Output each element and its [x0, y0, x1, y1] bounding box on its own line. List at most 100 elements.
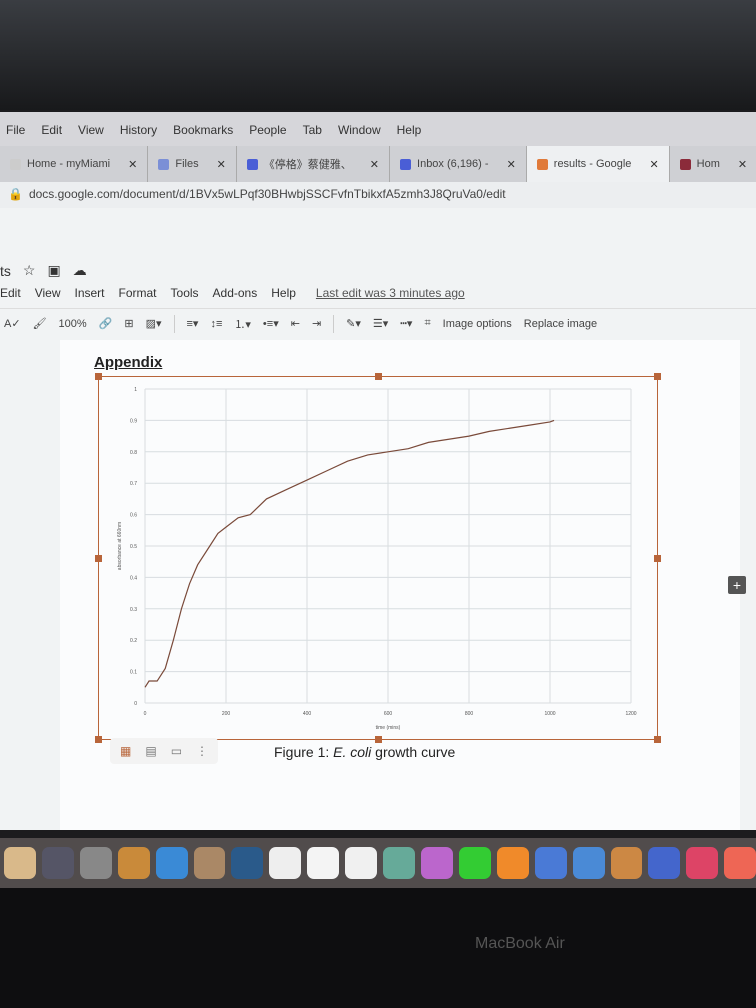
tab-favicon-icon	[679, 158, 691, 170]
browser-tab[interactable]: Files ✕	[148, 146, 237, 182]
menu-help[interactable]: Help	[397, 123, 422, 137]
folder-icon[interactable]: ▣	[47, 262, 60, 279]
browser-tab[interactable]: 《停格》蔡健雅、 ✕	[237, 146, 391, 182]
dock-app-icon[interactable]	[231, 847, 264, 879]
align-icon[interactable]: ≡▾	[187, 317, 199, 330]
crop-icon[interactable]: ⌗	[424, 317, 430, 330]
border-weight-icon[interactable]: ☰▾	[373, 317, 388, 330]
dock-app-icon[interactable]	[269, 847, 302, 879]
menu-view[interactable]: View	[78, 123, 104, 137]
insert-image-icon[interactable]: ▨▾	[146, 317, 162, 330]
spellcheck-icon[interactable]: A✓	[4, 317, 21, 330]
docs-menu-tools[interactable]: Tools	[171, 286, 199, 300]
dock-app-icon[interactable]	[610, 847, 643, 879]
dock-app-icon[interactable]	[648, 847, 681, 879]
numbered-list-icon[interactable]: ⒈▾	[234, 316, 251, 332]
replace-image-button[interactable]: Replace image	[524, 318, 597, 330]
border-dash-icon[interactable]: ┅▾	[400, 317, 412, 330]
tab-favicon-icon	[246, 158, 258, 170]
resize-handle[interactable]	[375, 373, 382, 380]
dock-app-icon[interactable]	[41, 847, 74, 879]
menu-edit[interactable]: Edit	[41, 123, 62, 137]
selected-chart-image[interactable]: 0 0.1 0.2 0.3 0.4 0.5 0.6 0.7 0.8 0.9 1 0 200 400 600 8…	[95, 373, 661, 743]
menu-bookmarks[interactable]: Bookmarks	[173, 123, 233, 137]
appendix-heading: Appendix	[94, 354, 163, 371]
tab-favicon-icon	[400, 158, 412, 170]
x-tick-label: 200	[222, 711, 231, 717]
browser-tab[interactable]: results - Google ✕	[526, 146, 670, 182]
close-tab-icon[interactable]: ✕	[370, 158, 379, 171]
break-text-icon[interactable]: ▭	[171, 744, 182, 758]
dock-app-icon[interactable]	[307, 847, 340, 879]
dock-app-icon[interactable]	[383, 847, 415, 879]
menu-window[interactable]: Window	[338, 123, 381, 137]
bulleted-list-icon[interactable]: •≡▾	[263, 317, 279, 330]
dock-app-icon[interactable]	[117, 847, 150, 879]
close-tab-icon[interactable]: ✕	[649, 158, 658, 171]
border-color-icon[interactable]: ✎▾	[346, 317, 361, 330]
y-axis-label: absorbance at 660nm	[117, 522, 123, 570]
image-options-button[interactable]: Image options	[443, 318, 512, 330]
zoom-select[interactable]: 100%	[59, 318, 87, 330]
dock-app-icon[interactable]	[534, 847, 567, 879]
y-tick-label: 0.2	[130, 638, 137, 644]
dock-app-icon[interactable]	[572, 847, 605, 879]
tab-label: Files	[175, 158, 199, 170]
last-edit-link[interactable]: Last edit was 3 minutes ago	[316, 286, 465, 300]
dock-app-icon[interactable]	[345, 847, 378, 879]
dock-app-icon[interactable]	[420, 847, 453, 879]
docs-menu-help[interactable]: Help	[271, 286, 296, 300]
figure-caption: Figure 1: E. coli growth curve	[274, 744, 456, 760]
menu-tab[interactable]: Tab	[303, 123, 322, 137]
close-tab-icon[interactable]: ✕	[128, 158, 137, 171]
dock-app-icon[interactable]	[496, 847, 529, 879]
dock-app-icon[interactable]	[193, 847, 226, 879]
wrap-text-icon[interactable]: ▤	[145, 744, 156, 758]
menu-people[interactable]: People	[249, 123, 286, 137]
dock-app-icon[interactable]	[155, 847, 188, 879]
resize-handle[interactable]	[95, 373, 102, 380]
docs-menu-edit[interactable]: Edit	[0, 286, 21, 300]
dock-app-icon[interactable]	[79, 847, 112, 879]
tab-favicon-icon	[158, 158, 170, 170]
docs-menu-format[interactable]: Format	[119, 286, 157, 300]
dock-app-icon[interactable]	[458, 847, 491, 879]
menu-history[interactable]: History	[120, 123, 157, 137]
close-tab-icon[interactable]: ✕	[507, 158, 516, 171]
docs-menu-view[interactable]: View	[35, 286, 61, 300]
dock-app-icon[interactable]	[4, 847, 36, 879]
line-spacing-icon[interactable]: ↕≡	[210, 318, 222, 330]
tab-label: Inbox (6,196) -	[417, 158, 489, 170]
link-icon[interactable]: 🔗	[99, 317, 113, 330]
x-axis-label: time (mins)	[376, 725, 401, 731]
browser-tab[interactable]: Home - myMiami ✕	[0, 146, 149, 182]
paint-format-icon[interactable]: 🖌	[33, 317, 47, 330]
address-bar[interactable]: 🔒 docs.google.com/document/d/1BVx5wLPqf30…	[0, 182, 756, 208]
resize-handle[interactable]	[654, 555, 661, 562]
inline-layout-icon[interactable]: ▦	[120, 744, 131, 758]
resize-handle[interactable]	[654, 373, 661, 380]
doc-title[interactable]: ts	[0, 263, 11, 279]
docs-menu-add-ons[interactable]: Add-ons	[213, 286, 258, 300]
decrease-indent-icon[interactable]: ⇤	[291, 317, 300, 330]
browser-tab[interactable]: Hom ✕	[670, 146, 756, 182]
dock-app-icon[interactable]	[686, 847, 719, 879]
docs-menu-insert[interactable]: Insert	[74, 286, 104, 300]
dock-app-icon[interactable]	[724, 847, 756, 879]
more-options-icon[interactable]: ⋮	[196, 744, 208, 758]
menu-file[interactable]: File	[6, 123, 25, 137]
tab-favicon-icon	[536, 158, 548, 170]
resize-handle[interactable]	[95, 736, 102, 743]
resize-handle[interactable]	[654, 736, 661, 743]
close-tab-icon[interactable]: ✕	[217, 158, 226, 171]
add-comment-button[interactable]: +	[728, 576, 746, 594]
cloud-status-icon: ☁	[72, 262, 87, 278]
resize-handle[interactable]	[95, 555, 102, 562]
close-tab-icon[interactable]: ✕	[738, 158, 747, 171]
resize-handle[interactable]	[375, 736, 382, 743]
docs-area: ts ☆ ▣ ☁ Edit View Insert Format Tools Add-on…	[0, 208, 756, 830]
star-icon[interactable]: ☆	[23, 262, 36, 279]
browser-tab[interactable]: Inbox (6,196) - ✕	[390, 146, 527, 182]
comment-icon[interactable]: ⊞	[124, 317, 133, 330]
increase-indent-icon[interactable]: ⇥	[312, 317, 321, 330]
